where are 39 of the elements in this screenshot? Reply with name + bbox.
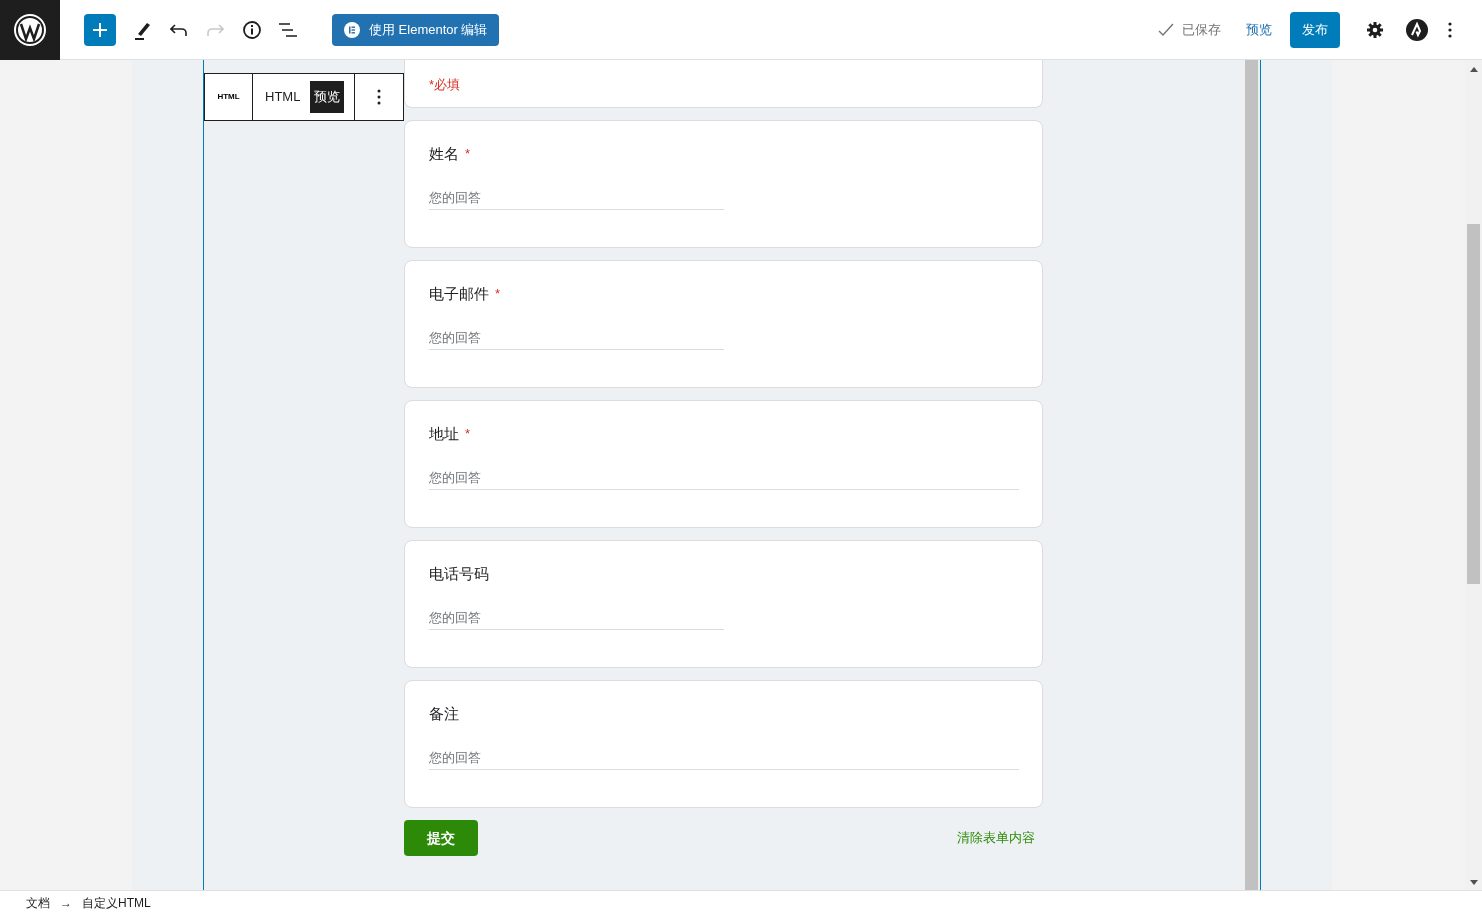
answer-field[interactable]: 您的回答 bbox=[429, 746, 1019, 770]
required-asterisk: * bbox=[465, 145, 471, 164]
breadcrumb-separator: → bbox=[59, 895, 73, 912]
preview-link[interactable]: 预览 bbox=[1244, 19, 1274, 40]
check-icon bbox=[1158, 22, 1174, 37]
publish-button[interactable]: 发布 bbox=[1290, 11, 1340, 48]
breadcrumb-link[interactable]: 文档 bbox=[26, 894, 50, 912]
html-tab[interactable]: HTML bbox=[263, 81, 303, 113]
elementor-button[interactable]: 使用 Elementor 编辑 bbox=[332, 13, 500, 46]
required-asterisk: * bbox=[465, 425, 471, 444]
add-block-button[interactable] bbox=[84, 13, 116, 46]
required-note: *必填 bbox=[429, 77, 461, 92]
question-label: 电子邮件 bbox=[429, 283, 489, 304]
submit-button[interactable]: 提交 bbox=[404, 820, 478, 856]
settings-icon[interactable] bbox=[1366, 20, 1384, 39]
question-label: 备注 bbox=[429, 703, 459, 724]
answer-field[interactable]: 您的回答 bbox=[429, 186, 724, 210]
plus-icon bbox=[92, 21, 108, 38]
more-options-icon[interactable] bbox=[1448, 21, 1452, 38]
question-label: 姓名 bbox=[429, 143, 459, 164]
answer-field[interactable]: 您的回答 bbox=[429, 606, 724, 630]
breadcrumb-link[interactable]: 自定义HTML bbox=[82, 894, 151, 912]
elementor-icon bbox=[344, 21, 360, 38]
required-asterisk: * bbox=[495, 285, 501, 304]
clear-form-link[interactable]: 清除表单内容 bbox=[957, 828, 1035, 848]
astra-logo-icon[interactable] bbox=[1406, 18, 1428, 41]
question-label: 电话号码 bbox=[429, 563, 489, 584]
info-icon[interactable] bbox=[242, 19, 262, 40]
scrollbar-track[interactable] bbox=[1245, 60, 1258, 890]
scroll-down-icon[interactable] bbox=[1469, 880, 1478, 885]
answer-field[interactable]: 您的回答 bbox=[429, 326, 724, 350]
preview-tab[interactable]: 预览 bbox=[310, 81, 345, 113]
undo-icon[interactable] bbox=[170, 22, 188, 37]
answer-field[interactable]: 您的回答 bbox=[429, 466, 1019, 490]
list-view-icon[interactable] bbox=[278, 21, 298, 38]
saved-status: 已保存 bbox=[1182, 20, 1221, 39]
question-label: 地址 bbox=[429, 423, 459, 444]
wordpress-logo-icon[interactable] bbox=[0, 0, 60, 60]
scroll-up-icon[interactable] bbox=[1469, 67, 1478, 72]
